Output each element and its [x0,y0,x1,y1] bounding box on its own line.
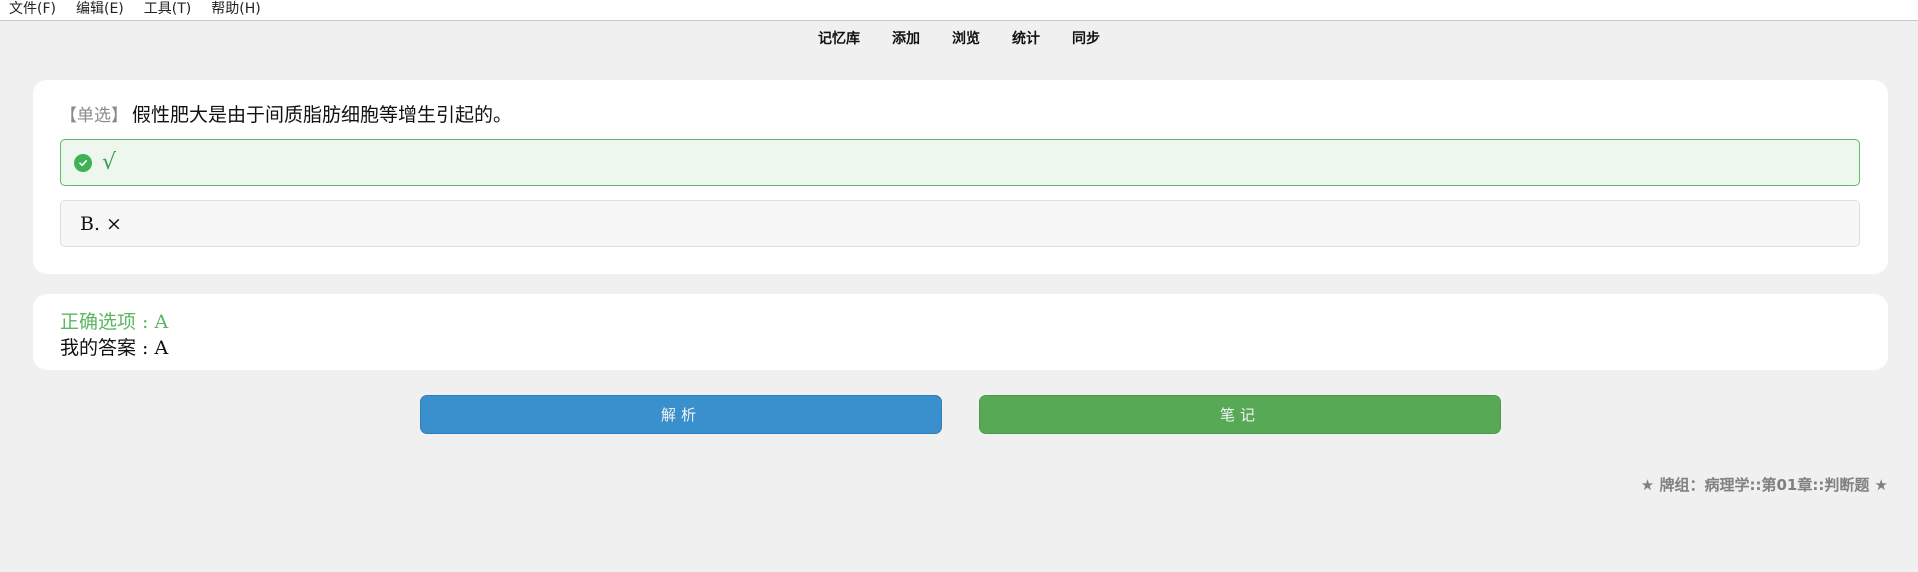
question-type-tag: 【单选】 [60,106,128,126]
toolbar-stats[interactable]: 统计 [996,28,1056,48]
note-button[interactable]: 笔记 [979,395,1501,434]
answer-card: 正确选项 : A 我的答案 : A [33,294,1888,370]
check-circle-icon [74,153,92,172]
my-answer-text: 我的答案 : A [60,337,169,359]
option-a-correct[interactable]: √ [60,139,1860,186]
toolbar-browse[interactable]: 浏览 [936,28,996,48]
toolbar-sync[interactable]: 同步 [1056,28,1116,48]
correct-option-text: 正确选项 : A [60,311,169,333]
main-toolbar: 记忆库 添加 浏览 统计 同步 [0,22,1918,54]
menu-help[interactable]: 帮助(H) [201,0,270,21]
toolbar-decks[interactable]: 记忆库 [802,28,876,48]
menu-edit[interactable]: 编辑(E) [66,0,134,21]
question-text: 【单选】 假性肥大是由于间质脂肪细胞等增生引起的。 [60,100,512,127]
menu-tools[interactable]: 工具(T) [134,0,201,21]
option-b-text: B. × [80,212,122,235]
option-b[interactable]: B. × [60,200,1860,247]
option-a-text: √ [102,150,117,175]
explanation-button[interactable]: 解析 [420,395,942,434]
menu-file[interactable]: 文件(F) [0,0,66,21]
toolbar-add[interactable]: 添加 [876,28,936,48]
question-stem: 假性肥大是由于间质脂肪细胞等增生引起的。 [132,104,513,126]
menu-bar: 文件(F) 编辑(E) 工具(T) 帮助(H) [0,0,1918,21]
deck-label: ★ 牌组：病理学::第01章::判断题 ★ [1640,476,1888,494]
question-card: 【单选】 假性肥大是由于间质脂肪细胞等增生引起的。 √ B. × [33,80,1888,274]
